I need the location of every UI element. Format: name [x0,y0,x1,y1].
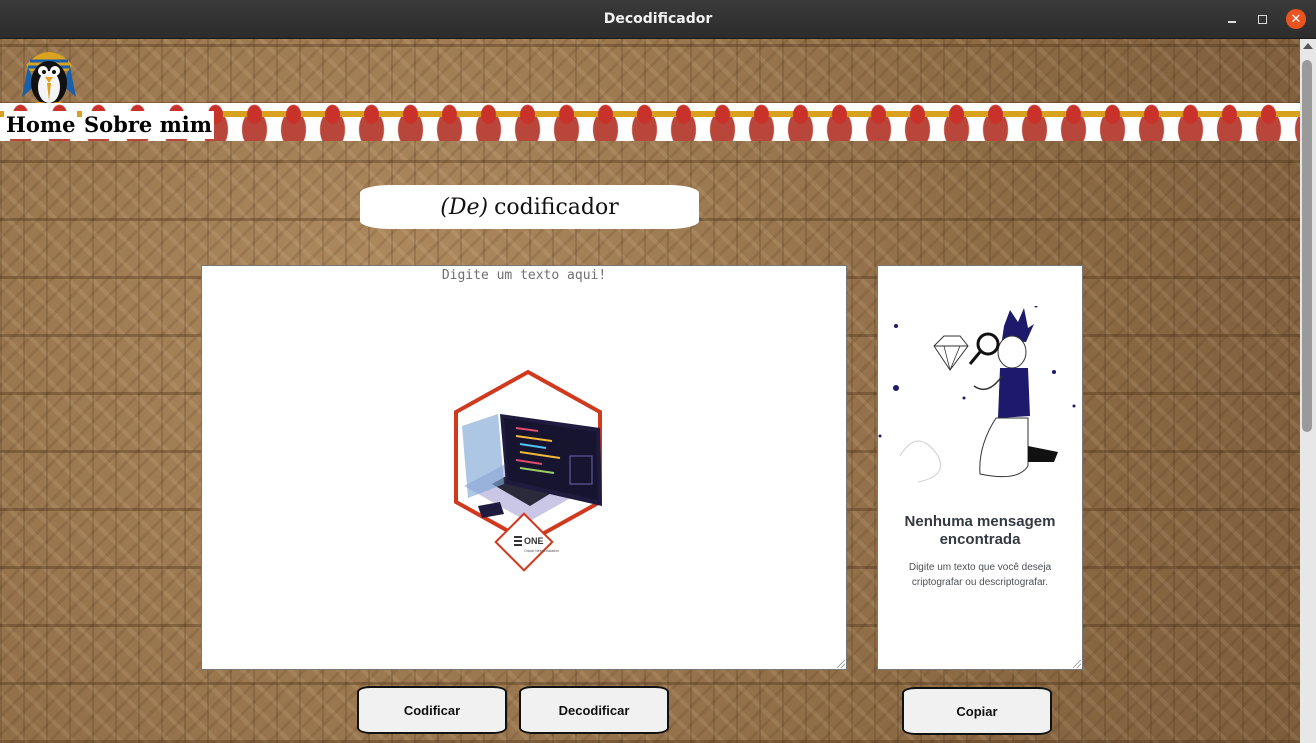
page-title: (De) codificador [360,185,699,229]
empty-output-title: Nenhuma mensagem encontrada [904,513,1056,548]
page-viewport: Home Sobre mim (De) codificador ONE Orac… [0,39,1300,743]
window-titlebar: Decodificador ✕ [0,0,1316,39]
person-with-magnifier-illustration [878,306,1076,483]
nav-home-link[interactable]: Home [4,111,78,139]
nav-about-link[interactable]: Sobre mim [82,111,215,139]
pharaoh-penguin-logo [22,52,76,108]
maximize-button[interactable] [1252,9,1272,29]
input-resize-handle[interactable] [837,660,845,668]
output-panel: Nenhuma mensagem encontrada Digite um te… [877,265,1083,670]
message-input[interactable] [202,266,846,669]
page-title-prefix: (De) [440,194,489,220]
maximize-icon [1257,14,1267,24]
window-title: Decodificador [603,11,713,27]
minimize-icon [1228,21,1236,23]
close-button[interactable]: ✕ [1286,9,1306,29]
page-title-main: codificador [494,194,619,220]
scrollbar-thumb[interactable] [1302,60,1312,432]
scroll-up-arrow-icon[interactable] [1303,43,1313,49]
decode-button[interactable]: Decodificar [519,686,669,734]
close-icon: ✕ [1290,11,1302,27]
minimize-button[interactable] [1222,9,1242,29]
copy-button[interactable]: Copiar [902,687,1052,735]
input-panel: ONE Oracle Next Education [201,265,847,670]
output-resize-handle[interactable] [1073,660,1081,668]
empty-output-description: Digite um texto que você deseja criptogr… [908,562,1052,588]
encode-button[interactable]: Codificar [357,686,507,734]
